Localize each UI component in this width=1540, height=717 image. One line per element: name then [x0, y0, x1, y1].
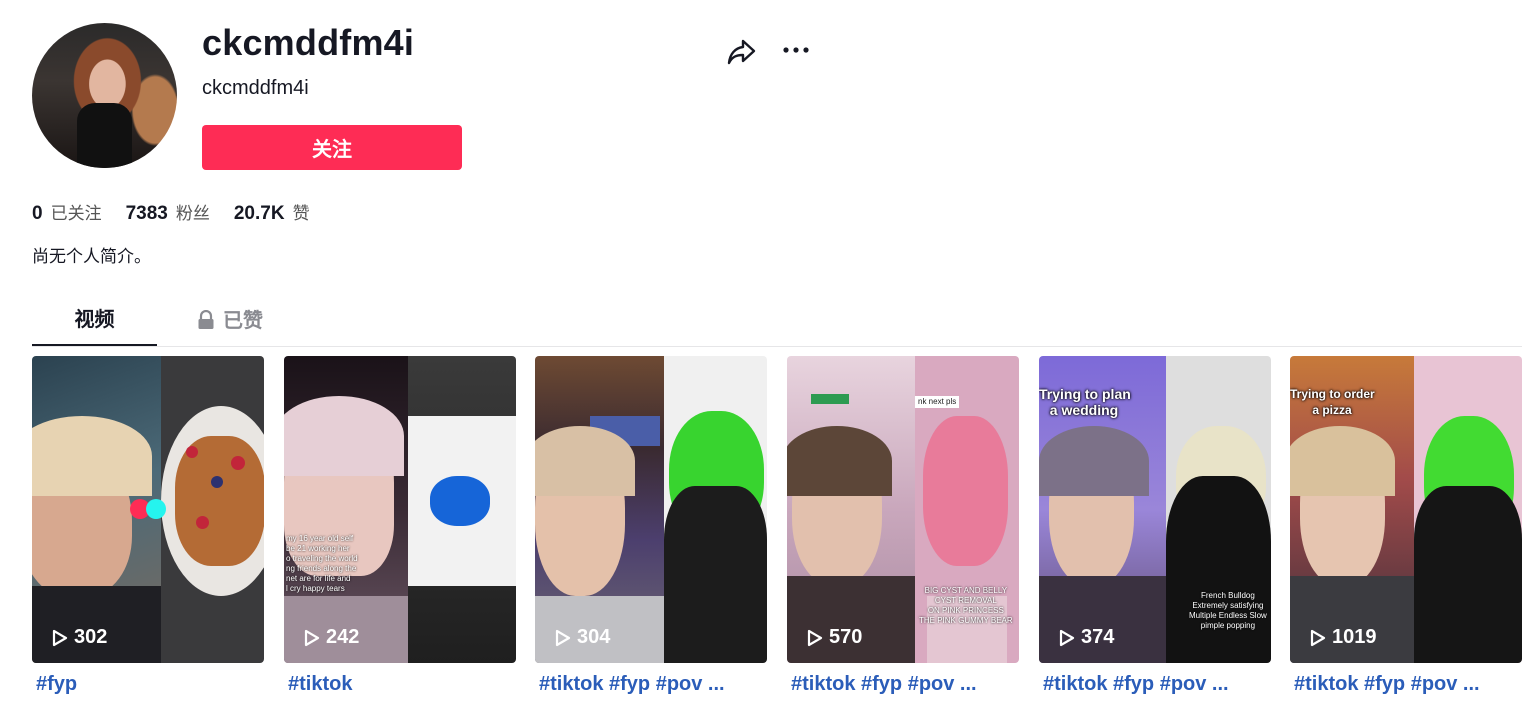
likes-stat: 20.7K 赞: [234, 199, 310, 225]
view-count-value: 374: [1081, 626, 1115, 648]
likes-label: 赞: [292, 204, 310, 224]
video-thumbnail[interactable]: Trying to order a pizza 1019: [1290, 356, 1522, 663]
view-count: 302: [52, 626, 107, 649]
profile-stats: 0 已关注 7383 粉丝 20.7K 赞: [32, 199, 310, 225]
view-count: 242: [304, 626, 359, 649]
video-thumbnail[interactable]: 302: [32, 356, 264, 663]
video-overlay-text: French Bulldog Extremely satisfying Mult…: [1189, 591, 1267, 630]
nickname: ckcmddfm4i: [202, 77, 309, 99]
video-thumbnail[interactable]: 304: [535, 356, 767, 663]
video-caption[interactable]: #tiktok #fyp #pov ...: [1039, 673, 1271, 696]
video-caption[interactable]: #tiktok: [284, 673, 516, 696]
lock-icon: [198, 310, 214, 329]
video-overlay-text: nk next pls: [915, 396, 960, 408]
video-caption[interactable]: #tiktok #fyp #pov ...: [535, 673, 767, 696]
following-stat[interactable]: 0 已关注: [32, 199, 102, 225]
following-label: 已关注: [50, 204, 102, 224]
video-thumbnail[interactable]: Trying to plan a wedding French Bulldog …: [1039, 356, 1271, 663]
tab-liked-label: 已赞: [223, 308, 263, 332]
video-card[interactable]: 302 #fyp: [32, 356, 264, 696]
video-thumbnail[interactable]: nk next pls BIG CYST AND BELLY CYST REMO…: [787, 356, 1019, 663]
follow-button[interactable]: 关注: [202, 125, 462, 170]
tab-liked[interactable]: 已赞: [197, 296, 307, 344]
view-count-value: 304: [577, 626, 611, 648]
avatar-figure: [77, 103, 132, 168]
play-icon: [555, 629, 571, 646]
video-card[interactable]: my 16 year old self be 21 working her o …: [284, 356, 516, 696]
likes-count: 20.7K: [233, 203, 285, 224]
video-overlay-text: Trying to plan a wedding: [1039, 386, 1131, 418]
avatar[interactable]: [32, 23, 177, 168]
play-icon: [304, 629, 320, 646]
video-overlay-text: BIG CYST AND BELLY CYST REMOVAL ON PINK …: [919, 586, 1013, 625]
video-card[interactable]: nk next pls BIG CYST AND BELLY CYST REMO…: [787, 356, 1019, 696]
view-count-value: 1019: [1332, 626, 1377, 648]
view-count-value: 302: [74, 626, 108, 648]
view-count: 1019: [1310, 626, 1377, 649]
more-options-icon[interactable]: [780, 36, 812, 64]
video-caption[interactable]: #tiktok #fyp #pov ...: [787, 673, 1019, 696]
page-title: ckcmddfm4i: [202, 22, 415, 63]
followers-label: 粉丝: [175, 204, 210, 224]
view-count-value: 570: [829, 626, 863, 648]
video-card[interactable]: Trying to order a pizza 1019 #tiktok #fy…: [1290, 356, 1522, 696]
followers-stat[interactable]: 7383 粉丝: [126, 199, 210, 225]
view-count-value: 242: [326, 626, 360, 648]
video-thumbnail[interactable]: my 16 year old self be 21 working her o …: [284, 356, 516, 663]
bio: 尚无个人简介。: [32, 247, 151, 267]
profile-tabs: 视频 已赞: [32, 296, 1522, 347]
video-overlay-text: my 16 year old self be 21 working her o …: [286, 534, 358, 593]
video-card[interactable]: Trying to plan a wedding French Bulldog …: [1039, 356, 1271, 696]
video-caption[interactable]: #fyp: [32, 673, 264, 696]
play-icon: [1310, 629, 1326, 646]
video-card[interactable]: 304 #tiktok #fyp #pov ...: [535, 356, 767, 696]
play-icon: [1059, 629, 1075, 646]
video-caption[interactable]: #tiktok #fyp #pov ...: [1290, 673, 1522, 696]
play-icon: [52, 629, 68, 646]
tab-videos[interactable]: 视频: [32, 296, 157, 346]
following-count: 0: [32, 203, 43, 224]
followers-count: 7383: [125, 203, 168, 224]
video-overlay-text: Trying to order a pizza: [1290, 387, 1375, 417]
view-count: 374: [1059, 626, 1114, 649]
view-count: 304: [555, 626, 610, 649]
view-count: 570: [807, 626, 862, 649]
share-icon[interactable]: [726, 36, 758, 66]
play-icon: [807, 629, 823, 646]
